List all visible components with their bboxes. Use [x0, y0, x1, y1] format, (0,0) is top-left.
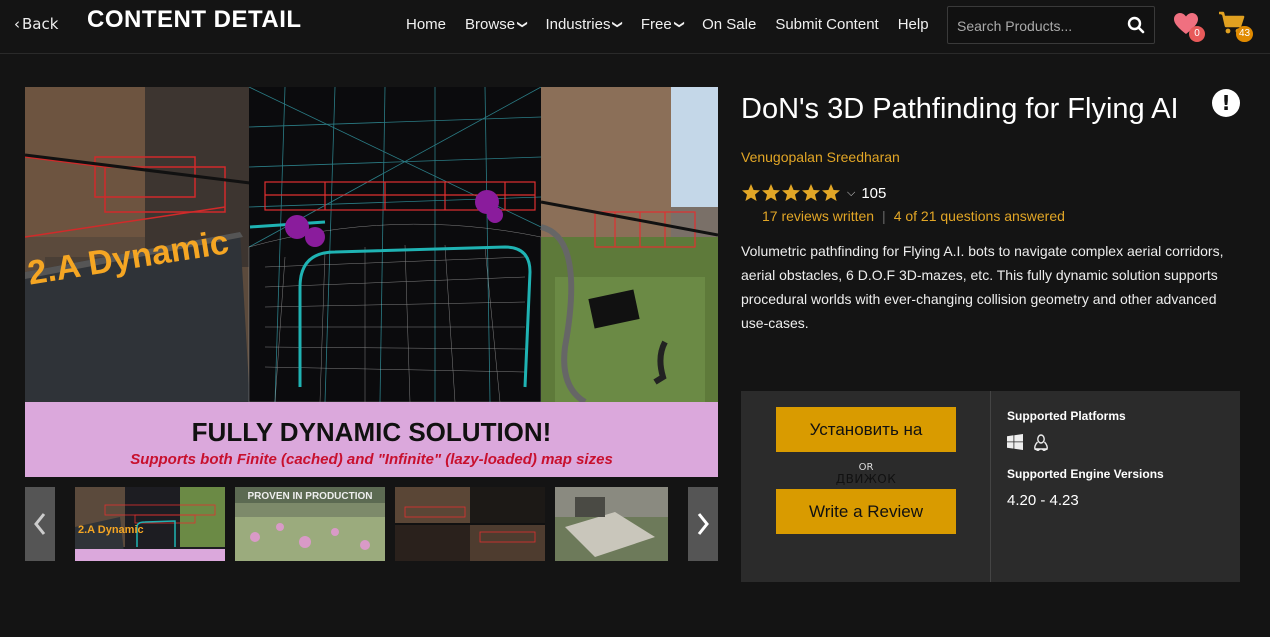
engine-versions-heading: Supported Engine Versions [1007, 467, 1164, 481]
report-icon[interactable]: ! [1212, 89, 1240, 117]
author-link[interactable]: Venugopalan Sreedharan [741, 149, 900, 165]
windows-icon [1007, 434, 1023, 450]
thumbnail-4[interactable] [555, 487, 668, 561]
star-icon [802, 184, 820, 201]
back-link[interactable]: ‹ Back [14, 15, 58, 33]
nav-browse-label: Browse [465, 16, 516, 33]
main-nav: Home Browse ❯ Industries ❯ Free ❯ On Sale S… [406, 16, 948, 33]
page-heading: CONTENT DETAIL [87, 6, 302, 33]
platform-icons [1007, 434, 1049, 451]
review-links: 17 reviews written | 4 of 21 questions a… [762, 208, 1065, 224]
search-input[interactable] [957, 16, 1125, 36]
nav-on-sale[interactable]: On Sale [702, 16, 756, 33]
wishlist-button[interactable]: 0 [1171, 10, 1207, 42]
panel-divider [990, 391, 991, 582]
thumbnail-image [555, 487, 668, 561]
thumbnail-3[interactable] [395, 487, 545, 561]
questions-answered-link[interactable]: 4 of 21 questions answered [894, 208, 1065, 224]
chevron-down-icon: ❯ [612, 20, 624, 29]
thumbnail-caption: PROVEN IN PRODUCTION [247, 491, 373, 502]
cart-count-badge: 43 [1236, 26, 1254, 42]
chevron-down-icon: ❯ [673, 20, 685, 29]
reviews-written-link[interactable]: 17 reviews written [762, 208, 874, 224]
carousel-next-button[interactable] [688, 487, 718, 561]
star-icon [822, 184, 840, 201]
nav-help-label: Help [897, 16, 929, 33]
nav-submit-content[interactable]: Submit Content [775, 16, 878, 33]
chevron-down-icon: ⌵ [847, 186, 856, 199]
thumbnail-image: 2.A Dynamic [75, 487, 225, 561]
rating-count: 105 [861, 184, 887, 202]
nav-free[interactable]: Free ❯ [640, 16, 685, 33]
nav-industries[interactable]: Industries ❯ [545, 16, 624, 33]
back-label: Back [22, 15, 59, 33]
thumbnail-1[interactable]: 2.A Dynamic [75, 487, 225, 561]
nav-on-sale-label: On Sale [702, 16, 757, 33]
hero-screenshot[interactable]: 2.A Dynamic FULLY DYNAMIC SOLUTION! Supp… [25, 87, 718, 477]
product-description: Volumetric pathfinding for Flying A.I. b… [741, 243, 1224, 331]
thumbnail-carousel: 2.A Dynamic PROVEN IN PRODUCTION [25, 487, 718, 561]
nav-industries-label: Industries [545, 16, 611, 33]
platforms-heading: Supported Platforms [1007, 409, 1126, 423]
rating-summary[interactable]: ⌵ 105 [741, 183, 886, 203]
chevron-left-icon: ‹ [14, 15, 20, 33]
linux-icon [1034, 434, 1048, 451]
nav-home-label: Home [406, 16, 447, 33]
search-icon[interactable] [1127, 16, 1145, 34]
nav-browse[interactable]: Browse ❯ [465, 16, 528, 33]
star-icon [762, 184, 780, 201]
nav-free-label: Free [640, 16, 672, 33]
install-to-engine-button[interactable]: Установить на [776, 407, 956, 452]
product-title: DoN's 3D Pathfinding for Flying AI [741, 93, 1179, 125]
nav-help[interactable]: Help [898, 16, 929, 33]
star-icon [782, 184, 800, 201]
thumbnail-2[interactable]: PROVEN IN PRODUCTION [235, 487, 385, 561]
svg-text:2.A Dynamic: 2.A Dynamic [78, 524, 144, 536]
chevron-left-icon [34, 513, 46, 535]
thumbnail-image [395, 487, 545, 561]
wishlist-count-badge: 0 [1189, 26, 1205, 42]
top-navigation-bar: ‹ Back CONTENT DETAIL Home Browse ❯ Indust… [0, 0, 1270, 54]
cart-button[interactable]: 43 [1216, 10, 1256, 42]
chevron-down-icon: ❯ [516, 20, 528, 29]
chevron-right-icon [697, 513, 709, 535]
separator: | [882, 208, 886, 224]
star-icon [742, 184, 760, 201]
nav-submit-content-label: Submit Content [775, 16, 879, 33]
hero-banner: FULLY DYNAMIC SOLUTION! Supports both Fi… [25, 402, 718, 477]
banner-title: FULLY DYNAMIC SOLUTION! [191, 417, 552, 447]
search-box [947, 6, 1155, 44]
nav-home[interactable]: Home [406, 16, 446, 33]
purchase-panel: Установить на OR ДВИЖОК Write a Review S… [741, 391, 1240, 582]
banner-subtitle: Supports both Finite (cached) and "Infin… [130, 451, 613, 468]
engine-versions-value: 4.20 - 4.23 [1007, 492, 1079, 509]
write-review-button[interactable]: Write a Review [776, 489, 956, 534]
carousel-prev-button[interactable] [25, 487, 55, 561]
install-overflow-text: ДВИЖОК [835, 472, 897, 486]
